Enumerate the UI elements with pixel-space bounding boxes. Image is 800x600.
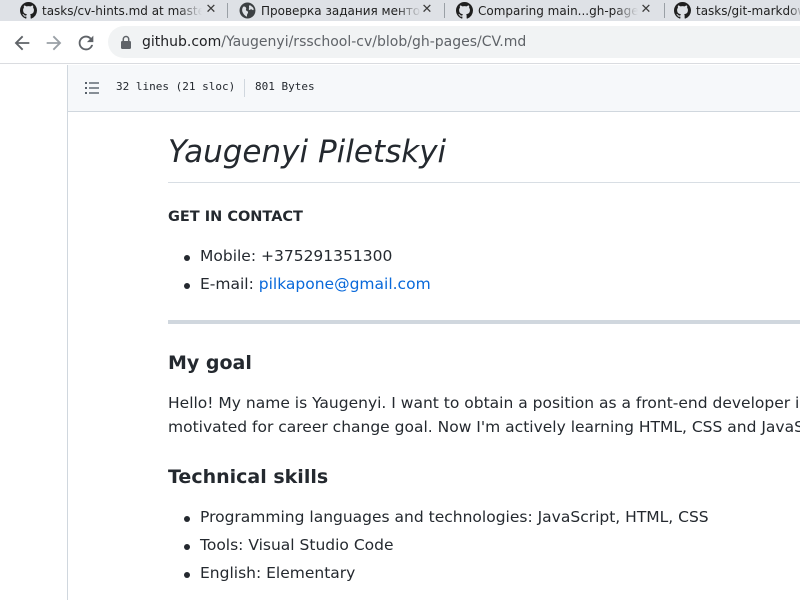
title-underline: [168, 182, 800, 183]
tab-strip: tasks/cv-hints.md at master · ✕ Проверка…: [0, 0, 800, 21]
list-item-skill: English: Elementary: [183, 564, 356, 582]
github-icon: [674, 2, 691, 19]
reload-icon[interactable]: [75, 32, 97, 54]
outline-list-icon[interactable]: [84, 80, 100, 96]
list-item-email: E-mail: pilkapone@gmail.com: [184, 275, 431, 293]
url-text[interactable]: github.com/Yaugenyi/rsschool-cv/blob/gh-…: [142, 34, 526, 50]
url-host: github.com: [142, 34, 222, 50]
tab-comparing[interactable]: Comparing main...gh-pages · ✕: [456, 0, 661, 21]
url-path: /Yaugenyi/rsschool-cv/blob/gh-pages/CV.m…: [221, 34, 527, 50]
tab-separator: [227, 3, 228, 18]
address-bar[interactable]: github.com/Yaugenyi/rsschool-cv/blob/gh-…: [108, 26, 800, 58]
file-size: 801 Bytes: [255, 80, 315, 93]
lock-icon[interactable]: [120, 35, 132, 49]
back-arrow-icon[interactable]: [11, 32, 33, 54]
list-item-mobile: Mobile: +375291351300: [183, 247, 393, 265]
tab-title: Проверка задания менторо: [261, 3, 421, 18]
email-label: E-mail:: [200, 275, 259, 293]
close-icon[interactable]: ✕: [203, 2, 219, 18]
close-icon[interactable]: ✕: [638, 2, 654, 18]
tab-cv-hints[interactable]: tasks/cv-hints.md at master · ✕: [20, 0, 225, 21]
tab-title: tasks/cv-hints.md at master ·: [42, 3, 202, 18]
tab-title: Comparing main...gh-pages ·: [478, 3, 638, 18]
markdown-body: Yaugenyi Piletskyi GET IN CONTACT Mobile…: [68, 112, 800, 600]
goal-paragraph-line: motivated for career change goal. Now I'…: [168, 418, 800, 436]
github-icon: [20, 2, 37, 19]
close-icon[interactable]: ✕: [419, 2, 435, 18]
tab-separator: [664, 3, 665, 18]
tab-separator: [444, 3, 445, 18]
divider: [244, 79, 245, 97]
contact-heading: GET IN CONTACT: [168, 209, 303, 225]
tab-title: tasks/git-markdown: [696, 3, 800, 18]
tab-mentor-check[interactable]: Проверка задания менторо ✕: [239, 0, 439, 21]
list-item-skill: Tools: Visual Studio Code: [184, 536, 394, 554]
left-gutter: [0, 65, 68, 600]
github-icon: [456, 2, 473, 19]
list-item-skill: Programming languages and technologies: …: [184, 508, 709, 526]
document-title: Yaugenyi Piletskyi: [168, 134, 447, 170]
forward-arrow-icon[interactable]: [43, 32, 65, 54]
file-line-count: 32 lines (21 sloc): [116, 80, 236, 93]
horizontal-rule: [168, 320, 800, 324]
tab-git-markdown[interactable]: tasks/git-markdown: [674, 0, 800, 21]
email-link[interactable]: pilkapone@gmail.com: [259, 275, 431, 293]
goal-paragraph-line: Hello! My name is Yaugenyi. I want to ob…: [168, 394, 800, 412]
globe-icon: [239, 2, 256, 19]
browser-toolbar: github.com/Yaugenyi/rsschool-cv/blob/gh-…: [0, 21, 800, 64]
skills-heading: Technical skills: [168, 466, 329, 488]
file-info-bar: 32 lines (21 sloc) 801 Bytes: [68, 65, 800, 112]
goal-heading: My goal: [168, 352, 252, 374]
